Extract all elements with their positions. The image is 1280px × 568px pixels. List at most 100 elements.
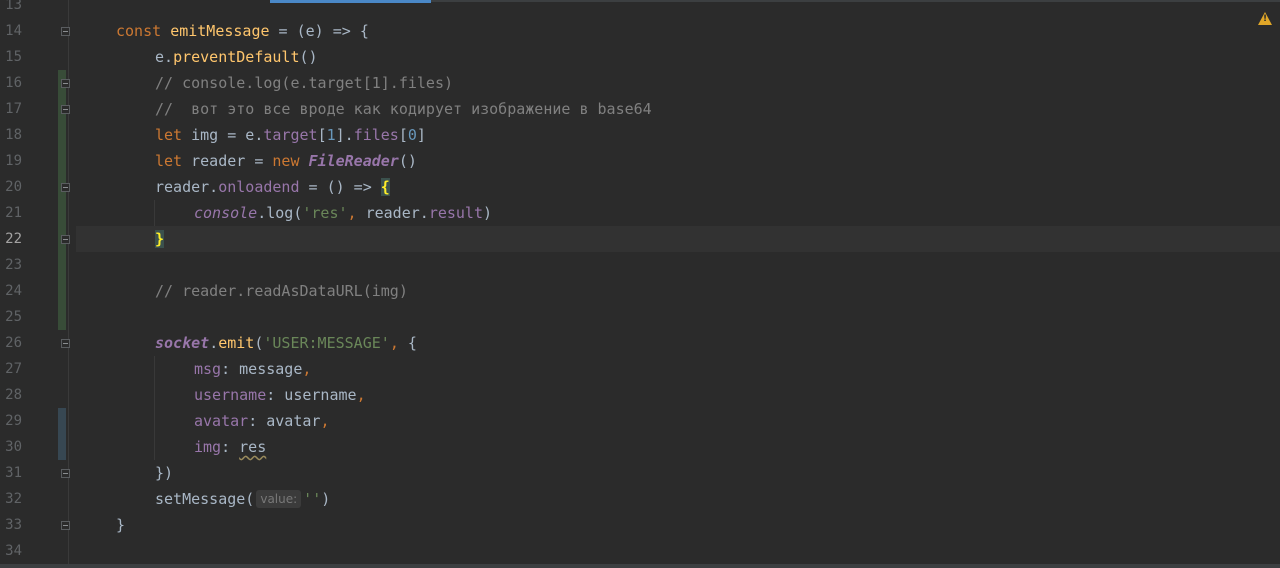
code-token: [ xyxy=(317,126,327,144)
fold-toggle-icon[interactable] xyxy=(61,469,70,478)
keyword-token: let xyxy=(155,126,183,144)
code-line-28[interactable]: username: username, xyxy=(194,382,366,408)
number-token: 0 xyxy=(407,126,417,144)
unresolved-reference-token[interactable]: res xyxy=(239,438,266,456)
property-token: files xyxy=(353,126,399,144)
code-line-21[interactable]: console.log('res', reader.result) xyxy=(194,200,492,226)
fold-toggle-icon[interactable] xyxy=(61,183,70,192)
line-number: 31 xyxy=(5,465,22,481)
code-area[interactable]: const emitMessage = (e) => { e.preventDe… xyxy=(76,0,1280,568)
fold-toggle-icon[interactable] xyxy=(61,79,70,88)
editor-gutter[interactable]: 13 14 15 16 17 18 19 20 21 22 23 24 25 2… xyxy=(0,0,76,568)
line-number: 24 xyxy=(5,283,22,299)
code-token: { xyxy=(398,334,417,352)
code-token: ] xyxy=(416,126,426,144)
global-object-token: socket xyxy=(155,334,210,352)
line-number: 26 xyxy=(5,335,22,351)
line-number: 23 xyxy=(5,257,22,273)
matched-brace-token: { xyxy=(380,178,390,196)
code-token: : avatar xyxy=(248,412,321,430)
bottom-border xyxy=(0,564,1280,568)
object-key-token: msg xyxy=(194,360,222,378)
comma-token: , xyxy=(302,360,312,378)
string-token: '' xyxy=(303,490,322,508)
line-number: 29 xyxy=(5,413,22,429)
code-line-31[interactable]: }) xyxy=(155,460,173,486)
code-token: : xyxy=(221,438,240,456)
line-number: 34 xyxy=(5,543,22,559)
code-token: ]. xyxy=(335,126,354,144)
comment-token: // вот это все вроде как кодирует изобра… xyxy=(155,100,652,118)
code-line-26[interactable]: socket.emit('USER:MESSAGE', { xyxy=(155,330,417,356)
line-number: 14 xyxy=(5,23,22,39)
global-object-token: console xyxy=(194,204,258,222)
fold-toggle-icon[interactable] xyxy=(61,339,70,348)
code-token: = (e) => { xyxy=(269,22,369,40)
code-line-24[interactable]: // reader.readAsDataURL(img) xyxy=(155,278,408,304)
code-line-17[interactable]: // вот это все вроде как кодирует изобра… xyxy=(155,96,652,122)
code-line-14[interactable]: const emitMessage = (e) => { xyxy=(116,18,369,44)
code-editor[interactable]: 13 14 15 16 17 18 19 20 21 22 23 24 25 2… xyxy=(0,0,1280,568)
line-number: 19 xyxy=(5,153,22,169)
code-token: reader = xyxy=(182,152,273,170)
indent-guide xyxy=(154,356,155,460)
warning-icon[interactable]: ! xyxy=(1258,12,1272,25)
property-token: target xyxy=(263,126,318,144)
code-line-15[interactable]: e.preventDefault() xyxy=(155,44,318,70)
comma-token: , xyxy=(389,334,399,352)
code-line-30[interactable]: img: res xyxy=(194,434,266,460)
code-token: = () => xyxy=(299,178,381,196)
code-line-33[interactable]: } xyxy=(116,512,125,538)
code-line-16[interactable]: // console.log(e.target[1].files) xyxy=(155,70,453,96)
code-token: () xyxy=(299,48,318,66)
comma-token: , xyxy=(320,412,330,430)
code-line-29[interactable]: avatar: avatar, xyxy=(194,408,329,434)
line-number: 13 xyxy=(5,0,22,13)
code-token: img = e. xyxy=(182,126,264,144)
code-token: : username xyxy=(266,386,357,404)
code-token: reader. xyxy=(155,178,219,196)
method-call-token: emit xyxy=(218,334,255,352)
code-line-22[interactable]: } xyxy=(155,226,165,252)
class-name-token: FileReader xyxy=(308,152,399,170)
string-token: 'res' xyxy=(302,204,348,222)
line-number-current: 22 xyxy=(5,231,22,247)
keyword-token: let xyxy=(155,152,183,170)
vcs-modified-marker[interactable] xyxy=(58,408,66,460)
code-line-19[interactable]: let reader = new FileReader() xyxy=(155,148,417,174)
object-key-token: img xyxy=(194,438,222,456)
object-key-token: avatar xyxy=(194,412,249,430)
comment-token: // reader.readAsDataURL(img) xyxy=(155,282,408,300)
current-line-highlight xyxy=(76,226,1280,252)
line-number: 21 xyxy=(5,205,22,221)
code-line-20[interactable]: reader.onloadend = () => { xyxy=(155,174,390,200)
fold-toggle-icon[interactable] xyxy=(61,521,70,530)
method-call-token: log xyxy=(266,204,294,222)
code-line-32[interactable]: setMessage(value: '') xyxy=(155,486,330,512)
method-call-token: preventDefault xyxy=(173,48,300,66)
line-number: 32 xyxy=(5,491,22,507)
fold-toggle-icon[interactable] xyxy=(61,105,70,114)
indent-guide xyxy=(154,200,155,226)
property-token: result xyxy=(428,204,483,222)
code-token: [ xyxy=(398,126,408,144)
keyword-token: const xyxy=(116,22,162,40)
fold-toggle-icon[interactable] xyxy=(61,27,70,36)
code-token: e. xyxy=(155,48,174,66)
code-token: reader. xyxy=(356,204,429,222)
vertical-scrollbar[interactable] xyxy=(1272,30,1280,568)
comment-token: // console.log(e.target[1].files) xyxy=(155,74,454,92)
code-line-18[interactable]: let img = e.target[1].files[0] xyxy=(155,122,426,148)
code-token: () xyxy=(398,152,417,170)
number-token: 1 xyxy=(326,126,336,144)
fold-toggle-icon[interactable] xyxy=(61,235,70,244)
line-number: 16 xyxy=(5,75,22,91)
matched-brace-token: } xyxy=(155,230,165,248)
line-number: 30 xyxy=(5,439,22,455)
line-number: 20 xyxy=(5,179,22,195)
code-token: }) xyxy=(155,464,174,482)
string-token: 'USER:MESSAGE' xyxy=(263,334,390,352)
code-line-27[interactable]: msg: message, xyxy=(194,356,311,382)
parameter-hint: value: xyxy=(256,490,302,508)
line-number: 25 xyxy=(5,309,22,325)
